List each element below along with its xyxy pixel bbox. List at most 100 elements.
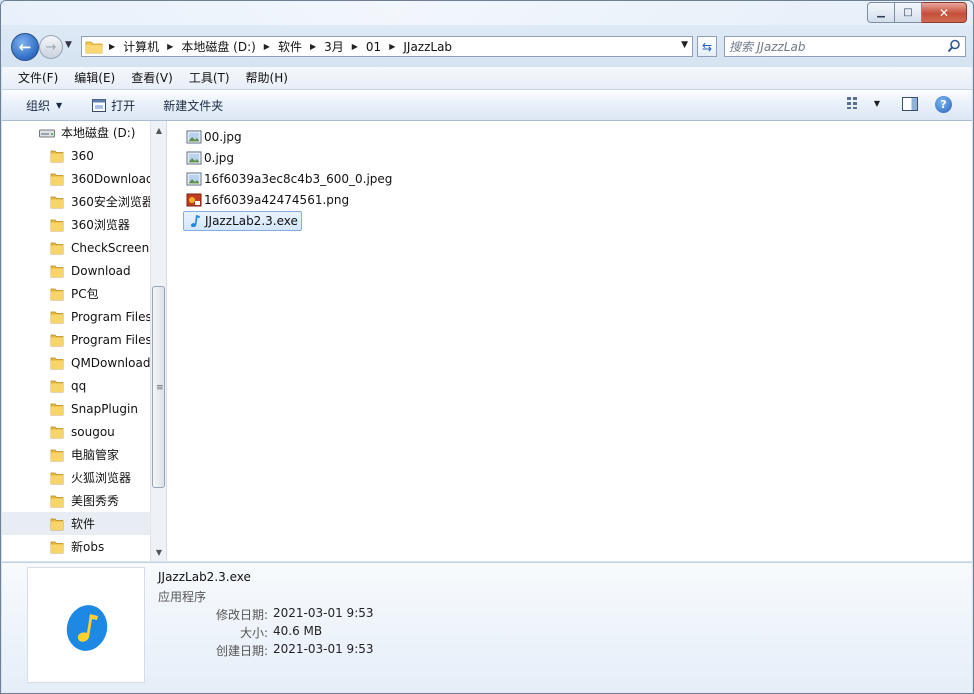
tree-label: sougou — [71, 424, 115, 439]
folder-icon — [50, 472, 64, 484]
nav-scrollbar[interactable]: ▲ ≡ ▼ — [150, 121, 166, 561]
tree-item-folder[interactable]: Program Files — [2, 328, 150, 351]
help-button[interactable]: ? — [935, 96, 952, 113]
tree-label: 新obs — [71, 540, 105, 554]
scroll-up-arrow[interactable]: ▲ — [152, 122, 166, 138]
preview-pane-button[interactable] — [902, 97, 918, 111]
command-bar: 组织 ▼ 打开 新建文件夹 ▼ ? — [2, 90, 972, 121]
chevron-right-icon[interactable]: ▶ — [103, 42, 121, 51]
tree-item-folder[interactable]: sougou — [2, 420, 150, 443]
search-icon[interactable] — [947, 39, 961, 53]
folder-icon — [85, 41, 103, 53]
forward-button[interactable]: → — [39, 35, 63, 59]
file-name: 16f6039a42474561.png — [204, 193, 350, 207]
new-folder-button[interactable]: 新建文件夹 — [153, 90, 233, 120]
breadcrumb-march[interactable]: 3月 — [322, 37, 346, 56]
folder-icon — [50, 380, 64, 392]
menu-view[interactable]: 查看(V) — [123, 67, 181, 89]
folder-icon — [50, 242, 64, 254]
file-item[interactable]: JJazzLab2.3.exe — [183, 211, 302, 231]
tree-label: 360 — [71, 148, 94, 163]
refresh-button[interactable]: ⇆ — [697, 36, 717, 57]
breadcrumb-jjazzlab[interactable]: JJazzLab — [401, 37, 454, 56]
tree-item-folder[interactable]: 360 — [2, 144, 150, 167]
organize-button[interactable]: 组织 ▼ — [16, 90, 72, 120]
file-item[interactable]: 0.jpg — [183, 148, 237, 168]
chevron-right-icon[interactable]: ▶ — [161, 42, 179, 51]
search-box[interactable] — [724, 36, 966, 57]
folder-icon — [50, 426, 64, 438]
change-view-button[interactable]: ▼ — [846, 96, 880, 110]
folder-icon — [50, 288, 64, 300]
chevron-right-icon[interactable]: ▶ — [304, 42, 322, 51]
tree-item-folder[interactable]: CheckScreen — [2, 236, 150, 259]
search-input[interactable] — [729, 38, 939, 55]
tree-label: 火狐浏览器 — [71, 471, 132, 485]
file-item[interactable]: 16f6039a42474561.png — [183, 190, 352, 210]
folder-icon — [50, 403, 64, 415]
address-bar[interactable]: ▶ 计算机 ▶ 本地磁盘 (D:) ▶ 软件 ▶ 3月 ▶ 01 ▶ JJazz… — [81, 36, 693, 57]
file-item[interactable]: 00.jpg — [183, 127, 245, 147]
tree-label: qq — [71, 378, 87, 393]
folder-icon — [50, 518, 64, 530]
chevron-right-icon[interactable]: ▶ — [383, 42, 401, 51]
tree-item-folder[interactable]: Program Files — [2, 305, 150, 328]
tree-label: Program Files — [71, 332, 150, 347]
tree-item-folder[interactable]: PC包 — [2, 282, 150, 305]
image-icon — [186, 130, 202, 144]
menu-help[interactable]: 帮助(H) — [238, 67, 296, 89]
tree-item-folder[interactable]: QMDownload — [2, 351, 150, 374]
png-icon — [186, 193, 202, 207]
grip-icon: ≡ — [156, 383, 164, 393]
folder-icon — [50, 495, 64, 507]
scroll-down-arrow[interactable]: ▼ — [152, 544, 166, 560]
chevron-down-icon: ▼ — [873, 98, 880, 108]
file-name: 0.jpg — [204, 151, 235, 165]
tree-item-folder[interactable]: Download — [2, 259, 150, 282]
open-window-icon — [92, 98, 107, 112]
new-folder-label: 新建文件夹 — [163, 98, 224, 113]
menu-tools[interactable]: 工具(T) — [181, 67, 238, 89]
detail-created-value: 2021-03-01 9:53 — [273, 642, 374, 656]
title-bar[interactable] — [1, 1, 973, 25]
tree-label: SnapPlugin — [71, 401, 138, 416]
chevron-down-icon[interactable]: ▼ — [681, 40, 688, 50]
details-pane: JJazzLab2.3.exe 应用程序 修改日期: 2021-03-01 9:… — [2, 562, 972, 693]
breadcrumb-drive[interactable]: 本地磁盘 (D:) — [179, 37, 257, 56]
breadcrumb-computer[interactable]: 计算机 — [121, 37, 161, 56]
recent-pages-dropdown[interactable]: ▼ — [65, 40, 77, 54]
tree-item-folder[interactable]: 电脑管家 — [2, 443, 150, 466]
minimize-button[interactable]: ▁ — [867, 2, 895, 23]
breadcrumb-software[interactable]: 软件 — [276, 37, 304, 56]
maximize-button[interactable]: □ — [895, 2, 922, 23]
tree-item-folder[interactable]: 软件 — [2, 512, 150, 535]
tree-item-folder[interactable]: SnapPlugin — [2, 397, 150, 420]
back-button[interactable]: ← — [11, 33, 39, 61]
tree-item-folder[interactable]: 360Downloads — [2, 167, 150, 190]
breadcrumb-01[interactable]: 01 — [364, 37, 383, 56]
close-button[interactable]: ✕ — [922, 2, 967, 23]
music-note-icon — [191, 215, 200, 228]
tree-item-folder[interactable]: 美图秀秀 — [2, 489, 150, 512]
tree-item-folder[interactable]: 新obs — [2, 535, 150, 558]
chevron-right-icon[interactable]: ▶ — [346, 42, 364, 51]
menu-edit[interactable]: 编辑(E) — [66, 67, 123, 89]
chevron-right-icon[interactable]: ▶ — [258, 42, 276, 51]
tree-item-folder[interactable]: 360安全浏览器 — [2, 190, 150, 213]
tree-item-drive[interactable]: 本地磁盘 (D:) — [2, 121, 150, 144]
menu-file[interactable]: 文件(F) — [10, 67, 66, 89]
file-item[interactable]: 16f6039a3ec8c4b3_600_0.jpeg — [183, 169, 395, 189]
folder-icon — [50, 311, 64, 323]
open-button[interactable]: 打开 — [82, 90, 145, 120]
tree-item-folder[interactable]: 360浏览器 — [2, 213, 150, 236]
chevron-down-icon: ▼ — [56, 100, 63, 110]
navigation-pane: 本地磁盘 (D:) 360 360Downloads 360安全浏览器 360浏览器 C… — [2, 121, 167, 561]
scroll-thumb[interactable]: ≡ — [152, 286, 165, 488]
image-icon — [186, 172, 202, 186]
file-name: 00.jpg — [204, 130, 242, 144]
tree-item-folder[interactable]: 火狐浏览器 — [2, 466, 150, 489]
tree-label: 本地磁盘 (D:) — [61, 126, 136, 140]
tree-label: 360浏览器 — [71, 218, 130, 232]
tree-item-folder[interactable]: qq — [2, 374, 150, 397]
tree-label: Download — [71, 263, 131, 278]
